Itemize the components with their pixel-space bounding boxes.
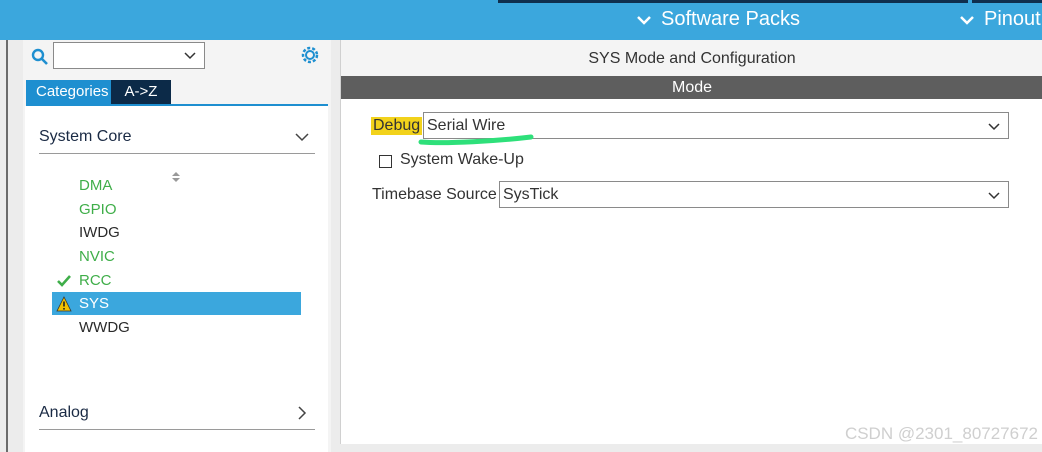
list-item-nvic[interactable]: NVIC: [52, 245, 301, 268]
software-packs-label: Software Packs: [661, 8, 800, 30]
mode-section-body: Debug Serial Wire System Wake-Up Timebas…: [341, 99, 1042, 444]
panel-title: SYS Mode and Configuration: [588, 50, 796, 67]
list-item-label: DMA: [79, 177, 113, 194]
list-item-wwdg[interactable]: WWDG: [52, 316, 301, 339]
gear-icon[interactable]: [299, 44, 321, 66]
warning-icon: [56, 296, 72, 312]
annotation-underline: [418, 134, 534, 146]
list-item-label: SYS: [79, 295, 110, 312]
category-list-panel: System Core DMA GPIO IWDG NVIC RCC SYS W…: [25, 106, 328, 452]
list-item-label: GPIO: [79, 201, 117, 218]
view-tabs: Categories A->Z: [26, 80, 171, 104]
chevron-right-icon: [298, 406, 307, 420]
list-item-label: WWDG: [79, 319, 130, 336]
toolbar-accent-strip-2: [972, 0, 1042, 3]
category-label: Analog: [39, 404, 89, 421]
tab-categories[interactable]: Categories: [26, 80, 111, 104]
debug-label: Debug: [371, 117, 423, 135]
toolbar-accent-strip: [498, 0, 968, 3]
search-icon[interactable]: [31, 48, 49, 66]
chevron-down-icon: [295, 133, 309, 142]
chevron-down-icon: [960, 15, 974, 25]
tab-a-to-z[interactable]: A->Z: [111, 80, 171, 104]
chevron-down-icon: [184, 52, 196, 60]
system-wakeup-checkbox[interactable]: [379, 155, 392, 168]
list-item-sys[interactable]: SYS: [52, 292, 301, 315]
mode-section-header[interactable]: Mode: [341, 76, 1042, 99]
software-packs-menu[interactable]: Software Packs: [635, 8, 800, 31]
chevron-down-icon: [988, 192, 1000, 200]
list-item-iwdg[interactable]: IWDG: [52, 221, 301, 244]
list-item-dma[interactable]: DMA: [52, 174, 301, 197]
list-item-label: RCC: [79, 272, 112, 289]
mode-configuration-panel: SYS Mode and Configuration Mode Debug Se…: [340, 40, 1042, 444]
pinout-label: Pinout: [984, 8, 1041, 30]
list-item-gpio[interactable]: GPIO: [52, 198, 301, 221]
timebase-source-select[interactable]: SysTick: [499, 181, 1009, 208]
category-header-system-core[interactable]: System Core: [39, 128, 315, 154]
categories-panel: Categories A->Z System Core DMA GPIO IWD…: [23, 40, 331, 452]
system-wakeup-label: System Wake-Up: [400, 151, 524, 168]
pinout-menu[interactable]: Pinout: [958, 8, 1041, 31]
list-item-label: NVIC: [79, 248, 115, 265]
chevron-down-icon: [637, 15, 651, 25]
chevron-down-icon: [988, 123, 1000, 131]
watermark-text: CSDN @2301_80727672: [844, 424, 1038, 443]
checkmark-icon: [57, 275, 71, 287]
timebase-source-label: Timebase Source: [372, 186, 497, 203]
top-toolbar: Software Packs Pinout: [0, 0, 1042, 40]
list-item-label: IWDG: [79, 224, 120, 241]
search-input[interactable]: [53, 42, 205, 69]
list-item-rcc[interactable]: RCC: [52, 269, 301, 292]
window-edge: [0, 40, 8, 452]
timebase-select-value: SysTick: [503, 186, 559, 203]
category-label: System Core: [39, 128, 132, 145]
category-header-analog[interactable]: Analog: [39, 404, 315, 430]
